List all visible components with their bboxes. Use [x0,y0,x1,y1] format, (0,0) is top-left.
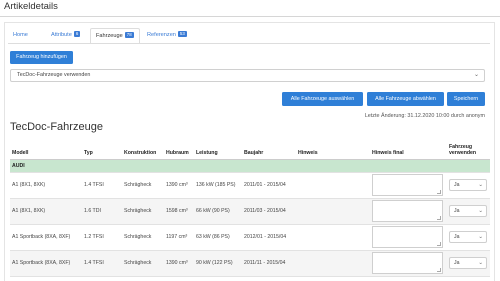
tab-home[interactable]: Home [8,28,33,44]
chevron-down-icon: ⌄ [473,72,479,78]
column-header: Konstruktion [122,140,164,160]
cell-hint-final [370,250,447,277]
hint-final-textarea[interactable] [372,174,443,196]
cell-year: 2011/01 - 2015/04 [242,172,296,199]
cell-displacement: 1598 cm³ [164,198,194,225]
tab-divider [8,43,490,44]
cell-construction: Schrägheck [122,224,164,251]
column-header: Hinweis final [370,140,447,160]
count-badge: 6 [73,31,81,37]
table-header-row: Modell Typ Konstruktion Hubraum Leistung… [10,140,490,160]
vehicle-source-select[interactable]: TecDoc-Fahrzeuge verwenden ⌄ [10,69,485,82]
cell-power: 90 kW (122 PS) [194,250,242,277]
cell-model: A1 Sportback (8XA, 8XF) [10,250,82,277]
tab-label: Home [13,32,28,38]
tab-attribute[interactable]: Attribute 6 [46,28,85,44]
cell-construction: Schrägheck [122,250,164,277]
tab-fahrzeuge[interactable]: Fahrzeuge 78 [90,28,140,44]
cell-power: 63 kW (86 PS) [194,224,242,251]
column-header: Modell [10,140,82,160]
use-vehicle-select[interactable]: Ja ⌄ [449,179,487,191]
cell-hint [296,172,370,199]
column-header: Typ [82,140,122,160]
select-value: Ja [454,208,460,214]
title-divider [0,16,500,17]
cell-type: 1.4 TFSI [82,250,122,277]
cell-model: A1 (8X1, 8XK) [10,172,82,199]
column-header: Hubraum [164,140,194,160]
use-vehicle-select[interactable]: Ja ⌄ [449,257,487,269]
tab-label: Attribute [51,32,72,38]
deselect-all-vehicles-button[interactable]: Alle Fahrzeuge abwählen [367,92,444,106]
hint-final-textarea[interactable] [372,200,443,222]
count-badge: 78 [124,32,134,38]
column-header: Hinweis [296,140,370,160]
table-row: A1 (8X1, 8XK) 1.4 TFSI Schrägheck 1390 c… [10,172,490,199]
cell-use: Ja ⌄ [447,198,490,225]
cell-year: 2012/01 - 2015/04 [242,224,296,251]
cell-year: 2011/11 - 2015/04 [242,250,296,277]
column-header: Fahrzeug verwenden [447,140,490,160]
cell-hint-final [370,198,447,225]
column-header: Leistung [194,140,242,160]
tab-referenzen[interactable]: Referenzen 53 [142,28,192,44]
count-badge: 53 [177,31,187,37]
cell-construction: Schrägheck [122,172,164,199]
select-value: Ja [454,234,460,240]
cell-hint-final [370,224,447,251]
cell-displacement: 1390 cm³ [164,250,194,277]
section-title: TecDoc-Fahrzeuge [10,121,103,133]
cell-hint-final [370,172,447,199]
chevron-down-icon: ⌄ [478,208,483,214]
add-vehicle-button[interactable]: Fahrzeug hinzufügen [10,51,73,64]
select-all-vehicles-button[interactable]: Alle Fahrzeuge auswählen [282,92,363,106]
column-header: Baujahr [242,140,296,160]
page-title: Artikeldetails [4,1,58,12]
cell-hint [296,224,370,251]
hint-final-textarea[interactable] [372,252,443,274]
cell-model: A1 Sportback (8XA, 8XF) [10,224,82,251]
select-value: Ja [454,182,460,188]
select-value: TecDoc-Fahrzeuge verwenden [17,72,91,78]
chevron-down-icon: ⌄ [478,234,483,240]
manufacturer-group-row: AUDI [10,159,490,173]
vehicle-table: Modell Typ Konstruktion Hubraum Leistung… [10,140,490,277]
cell-power: 66 kW (90 PS) [194,198,242,225]
chevron-down-icon: ⌄ [478,260,483,266]
cell-year: 2011/03 - 2015/04 [242,198,296,225]
cell-use: Ja ⌄ [447,224,490,251]
hint-final-textarea[interactable] [372,226,443,248]
table-row: A1 Sportback (8XA, 8XF) 1.2 TFSI Schrägh… [10,224,490,251]
cell-displacement: 1197 cm³ [164,224,194,251]
chevron-down-icon: ⌄ [478,182,483,188]
cell-type: 1.6 TDI [82,198,122,225]
cell-model: A1 (8X1, 8XK) [10,198,82,225]
cell-type: 1.4 TFSI [82,172,122,199]
cell-construction: Schrägheck [122,198,164,225]
cell-use: Ja ⌄ [447,250,490,277]
select-value: Ja [454,260,460,266]
manufacturer-name: AUDI [10,159,490,173]
cell-hint [296,198,370,225]
table-row: A1 Sportback (8XA, 8XF) 1.4 TFSI Schrägh… [10,250,490,277]
tab-label: Fahrzeuge [96,33,123,39]
table-row: A1 (8X1, 8XK) 1.6 TDI Schrägheck 1598 cm… [10,198,490,225]
cell-hint [296,250,370,277]
use-vehicle-select[interactable]: Ja ⌄ [449,205,487,217]
cell-displacement: 1390 cm³ [164,172,194,199]
cell-use: Ja ⌄ [447,172,490,199]
use-vehicle-select[interactable]: Ja ⌄ [449,231,487,243]
cell-type: 1.2 TFSI [82,224,122,251]
save-button[interactable]: Speichern [447,92,485,106]
last-change-text: Letzte Änderung: 31.12.2020 10:00 durch … [364,113,485,119]
cell-power: 136 kW (185 PS) [194,172,242,199]
tab-label: Referenzen [147,32,176,38]
